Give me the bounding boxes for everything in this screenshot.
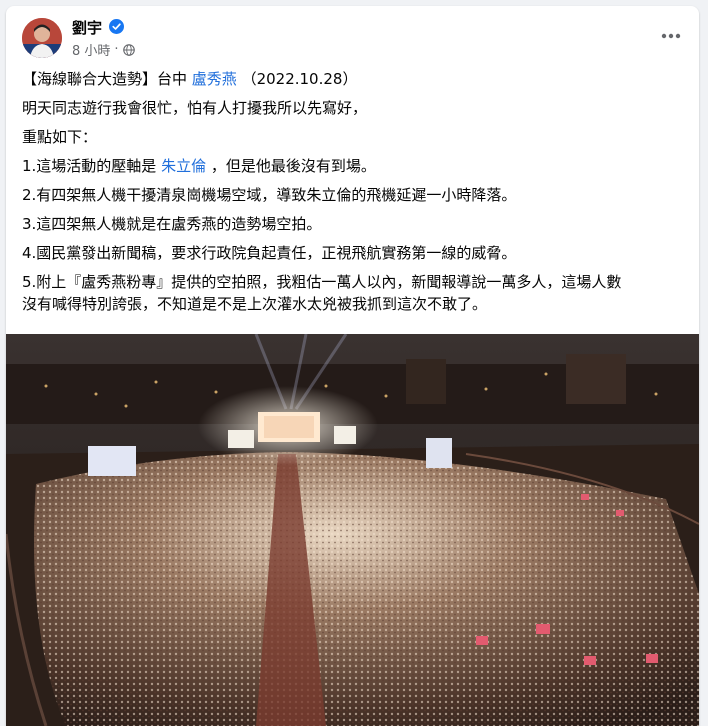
post-line: 3.這四架無人機就是在盧秀燕的造勢場空拍。 <box>22 215 322 233</box>
post-line: 2.有四架無人機干擾清泉崗機場空域，導致朱立倫的飛機延遲一小時降落。 <box>22 186 517 204</box>
globe-icon <box>122 43 135 56</box>
line-text: 1.這場活動的壓軸是 <box>22 157 162 175</box>
more-options-button[interactable] <box>657 22 685 50</box>
post-line: 1.這場活動的壓軸是 朱立倫 ，但是他最後沒有到場。 <box>22 155 692 177</box>
post-line: 5.附上『盧秀燕粉專』提供的空拍照，我粗估一萬人以內，新聞報導說一萬多人，這場人… <box>22 273 622 291</box>
post-line: 重點如下： <box>22 128 98 146</box>
author-avatar[interactable] <box>22 18 62 58</box>
post-line: 沒有喊得特別誇張，不知道是不是上次灌水太兇被我抓到這次不敢了。 <box>22 295 488 313</box>
rally-aerial-photo <box>6 333 699 726</box>
line-text: （2022.10.28） <box>236 70 358 88</box>
post-card: 劉宇 8 小時 · 【海線聯合大造勢】台中 盧秀燕 （2022.10.28） 明… <box>6 6 699 726</box>
post-text: 【海線聯合大造勢】台中 盧秀燕 （2022.10.28） 明天同志遊行我會很忙，… <box>22 68 692 322</box>
more-options-icon <box>661 33 681 39</box>
post-line: 【海線聯合大造勢】台中 盧秀燕 （2022.10.28） <box>22 68 692 90</box>
line-text: 【海線聯合大造勢】台中 <box>22 70 192 88</box>
page-link-eric-chu[interactable]: 朱立倫 <box>161 157 206 175</box>
meta-separator: · <box>114 42 119 57</box>
verified-badge-icon <box>109 19 124 34</box>
line-text: ，但是他最後沒有到場。 <box>206 157 376 175</box>
post-meta: 8 小時 · <box>72 40 135 59</box>
post-timestamp[interactable]: 8 小時 <box>72 40 110 59</box>
post-line: 明天同志遊行我會很忙，怕有人打擾我所以先寫好， <box>22 99 368 117</box>
post-photo[interactable] <box>6 333 699 726</box>
post-line: 4.國民黨發出新聞稿，要求行政院負起責任，正視飛航實務第一線的威脅。 <box>22 244 517 262</box>
post-header: 劉宇 8 小時 · <box>6 6 699 66</box>
page-link-lu-shiow-yen[interactable]: 盧秀燕 <box>192 70 237 88</box>
author-name[interactable]: 劉宇 <box>72 17 102 38</box>
